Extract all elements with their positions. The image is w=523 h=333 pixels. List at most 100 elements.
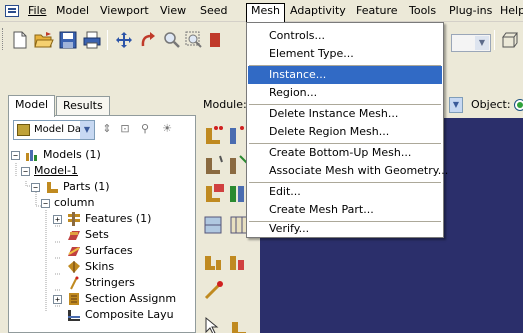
tree-node-skins[interactable]: Skins (66, 259, 114, 275)
feature-tool[interactable] (228, 314, 252, 333)
partition-tool[interactable] (202, 212, 226, 236)
box-zoom-icon (185, 31, 202, 48)
collapse-icon[interactable]: − (41, 198, 50, 208)
auto-fit-button[interactable] (204, 29, 226, 51)
chevron-down-icon: ▼ (475, 36, 489, 50)
rotate-button[interactable] (137, 29, 159, 51)
model-tree: Model Da ▼ ⇕ ⊡ ⚲ ☀ − Models (1) − Model-… (8, 115, 196, 333)
menu-help[interactable]: Help (496, 4, 523, 20)
new-file-icon (13, 31, 27, 49)
menu-item-edit[interactable]: Edit... (248, 183, 442, 201)
tree-node-surfaces[interactable]: Surfaces (66, 243, 133, 259)
mesh-menu-dropdown: Controls... Element Type... Instance... … (246, 22, 448, 238)
view-cube-button[interactable] (499, 29, 521, 51)
model-tree-panel: Model Results Model Da ▼ ⇕ ⊡ ⚲ ☀ − Model… (0, 92, 196, 333)
menu-viewport[interactable]: Viewport (96, 4, 153, 20)
stringers-icon (66, 276, 82, 290)
tree-node-column[interactable]: − column (41, 195, 95, 211)
view-cube-icon (502, 32, 518, 48)
tree-node-sets[interactable]: Sets (66, 227, 109, 243)
expand-icon[interactable]: + (53, 214, 62, 224)
view-select[interactable]: ▼ (451, 34, 491, 52)
model-database-icon (17, 124, 30, 136)
open-file-button[interactable] (33, 29, 55, 51)
print-button[interactable] (81, 29, 103, 51)
menu-file[interactable]: File (24, 4, 50, 20)
menu-model[interactable]: Model (52, 4, 93, 20)
collapse-icon[interactable]: − (11, 150, 20, 160)
edit-mesh-tool[interactable] (202, 248, 226, 272)
menu-tools[interactable]: Tools (405, 4, 440, 20)
light-bulb-icon[interactable]: ☀ (159, 122, 175, 138)
collapse-icon[interactable]: − (21, 166, 30, 176)
collapse-tree-icon[interactable]: ⊡ (117, 122, 133, 138)
expand-icon[interactable]: + (53, 294, 62, 304)
toolbar-grip[interactable] (2, 28, 5, 50)
menu-plugins[interactable]: Plug-ins (445, 4, 496, 20)
mesh-part-tool[interactable] (202, 180, 226, 204)
menu-item-verify[interactable]: Verify... (248, 220, 442, 238)
model-database-select[interactable]: Model Da ▼ (13, 120, 95, 140)
surfaces-icon (66, 244, 82, 258)
printer-icon (83, 31, 101, 49)
sets-icon (66, 228, 82, 242)
object-radio-button[interactable] (514, 99, 523, 111)
assign-tool[interactable] (202, 278, 226, 302)
save-button[interactable] (57, 29, 79, 51)
tab-model[interactable]: Model (8, 95, 56, 117)
pan-button[interactable] (113, 29, 135, 51)
save-disk-icon (59, 31, 77, 49)
composite-layups-icon (66, 308, 82, 322)
tab-results[interactable]: Results (56, 96, 110, 116)
menu-item-delete-instance-mesh[interactable]: Delete Instance Mesh... (248, 105, 442, 123)
menu-item-associate-mesh[interactable]: Associate Mesh with Geometry... (248, 162, 448, 180)
parts-icon (44, 180, 60, 194)
models-icon (24, 148, 40, 162)
menu-view[interactable]: View (156, 4, 190, 20)
up-down-arrows-icon[interactable]: ⇕ (99, 122, 115, 138)
module-select-dropdown[interactable]: ▼ (449, 97, 463, 113)
menu-mesh[interactable]: Mesh (246, 3, 285, 22)
menu-adaptivity[interactable]: Adaptivity (286, 4, 350, 20)
tree-node-model-1[interactable]: − Model-1 (21, 163, 78, 179)
tree-node-stringers[interactable]: Stringers (66, 275, 135, 291)
tree-node-features[interactable]: + Features (1) (53, 211, 151, 227)
menu-item-create-mesh-part[interactable]: Create Mesh Part... (248, 201, 442, 219)
new-file-button[interactable] (9, 29, 31, 51)
section-assignments-icon (66, 292, 82, 306)
features-icon (66, 212, 82, 226)
window-menu-icon[interactable] (5, 5, 19, 17)
tree-node-section-assignments[interactable]: + Section Assignm (53, 291, 176, 307)
seed-part-instance-tool[interactable] (202, 122, 226, 146)
zoom-button[interactable] (161, 29, 183, 51)
menu-feature[interactable]: Feature (352, 4, 402, 20)
menu-seed[interactable]: Seed (196, 4, 232, 20)
toolbar-separator (494, 30, 495, 50)
tree-node-composite-layups[interactable]: Composite Layu (66, 307, 174, 323)
menu-item-delete-region-mesh[interactable]: Delete Region Mesh... (248, 123, 442, 141)
auto-fit-icon (210, 33, 220, 47)
menubar: File Model Viewport View Seed Mesh Adapt… (0, 0, 523, 22)
menu-item-region[interactable]: Region... (248, 84, 442, 102)
pan-arrows-icon (116, 32, 132, 48)
chevron-down-icon: ▼ (80, 121, 94, 139)
collapse-icon[interactable]: − (31, 182, 40, 192)
magnifier-icon (164, 32, 180, 48)
toolbar-separator (107, 30, 108, 50)
menu-item-instance[interactable]: Instance... (248, 66, 442, 84)
skins-icon (66, 260, 82, 274)
bottom-up-mesh-tool[interactable] (228, 248, 252, 272)
module-label: Module: (203, 98, 247, 111)
menu-item-element-type[interactable]: Element Type... (248, 45, 442, 63)
tree-node-parts[interactable]: − Parts (1) (31, 179, 110, 195)
tree-node-models[interactable]: − Models (1) (11, 147, 101, 163)
box-zoom-button[interactable] (183, 29, 205, 51)
mesh-controls-tool[interactable] (202, 152, 226, 176)
menu-item-create-bottom-up-mesh[interactable]: Create Bottom-Up Mesh... (248, 144, 442, 162)
filter-icon[interactable]: ⚲ (137, 122, 153, 138)
object-label: Object: (471, 98, 511, 111)
query-cursor-tool[interactable] (202, 314, 226, 333)
open-folder-icon (34, 32, 54, 48)
rotate-icon (141, 32, 155, 47)
menu-item-controls[interactable]: Controls... (248, 27, 442, 45)
